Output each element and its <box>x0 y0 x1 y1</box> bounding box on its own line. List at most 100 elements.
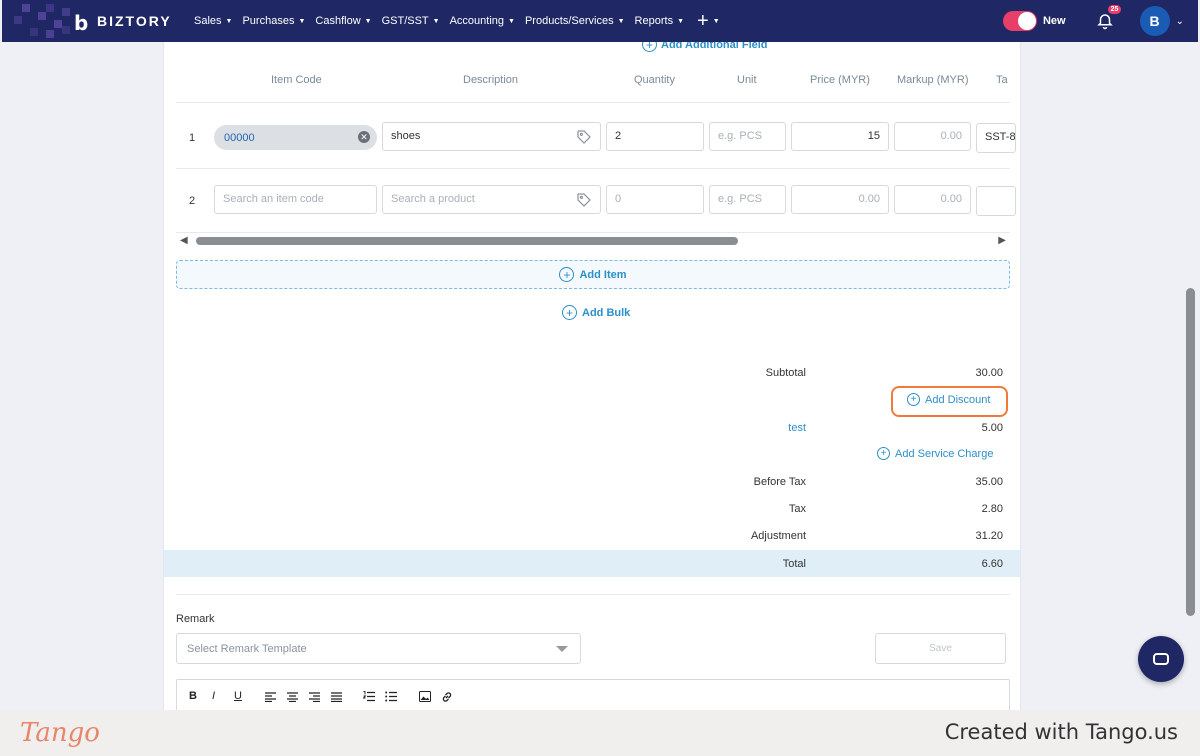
menu-sales[interactable]: Sales ▼ <box>189 15 237 27</box>
row-number: 2 <box>189 195 196 207</box>
unit-field[interactable]: e.g. PCS <box>709 122 786 151</box>
quantity-field[interactable]: 2 <box>606 122 704 151</box>
quantity-field[interactable]: 0 <box>606 185 704 214</box>
product-search-input[interactable]: Search a product <box>382 185 601 214</box>
row-number: 1 <box>189 132 196 144</box>
avatar[interactable]: B <box>1139 6 1170 36</box>
caret-down-icon: ▼ <box>508 17 515 25</box>
scroll-left-arrow-icon[interactable]: ◀ <box>180 235 188 246</box>
item-code-search-input[interactable]: Search an item code <box>214 185 377 214</box>
underline-button[interactable]: U <box>234 690 242 702</box>
column-header-markup: Markup (MYR) <box>897 74 969 86</box>
app-logo[interactable]: b BIZTORY <box>2 0 182 42</box>
ordered-list-icon[interactable] <box>363 691 375 702</box>
tax-value: 2.80 <box>981 503 1003 515</box>
add-item-button[interactable]: + Add Item <box>176 260 1010 289</box>
column-header-tax: Ta <box>996 74 1008 86</box>
caret-down-icon: ▼ <box>617 17 625 25</box>
column-header-item-code: Item Code <box>271 74 322 86</box>
align-right-icon[interactable] <box>309 692 320 702</box>
chat-support-button[interactable] <box>1138 636 1184 682</box>
chevron-down-icon[interactable]: ⌄ <box>1176 16 1184 27</box>
adjustment-value[interactable]: 31.20 <box>975 530 1003 542</box>
scroll-right-arrow-icon[interactable]: ▶ <box>998 235 1006 246</box>
quick-add-menu[interactable]: + ▼ <box>689 10 724 33</box>
menu-products-services[interactable]: Products/Services ▼ <box>520 15 630 27</box>
menu-cashflow[interactable]: Cashflow ▼ <box>310 15 376 27</box>
document-form: + Add Additional Field Item Code Descrip… <box>163 42 1021 710</box>
top-navbar: b BIZTORY Sales ▼ Purchases ▼ Cashflow ▼ GS… <box>2 0 1198 42</box>
subtotal-label: Subtotal <box>765 367 806 379</box>
logo-mark-icon: b <box>74 11 89 35</box>
total-value: 6.60 <box>981 558 1003 570</box>
before-tax-value: 35.00 <box>975 476 1003 488</box>
before-tax-label: Before Tax <box>753 476 806 488</box>
column-header-quantity: Quantity <box>634 74 675 86</box>
notifications-button[interactable]: 25 <box>1096 5 1122 32</box>
tag-icon[interactable] <box>576 129 592 145</box>
price-field[interactable]: 15 <box>791 122 889 151</box>
tango-footer: Tango Created with Tango.us <box>0 710 1200 756</box>
remark-label: Remark <box>176 613 215 625</box>
unit-field[interactable]: e.g. PCS <box>709 185 786 214</box>
tax-select[interactable] <box>976 186 1016 216</box>
plus-circle-icon: + <box>562 305 577 320</box>
total-row <box>164 550 1020 577</box>
notification-badge: 25 <box>1107 5 1122 14</box>
add-bulk-button[interactable]: + Add Bulk <box>562 305 630 320</box>
tag-icon[interactable] <box>576 192 592 208</box>
column-header-description: Description <box>463 74 519 86</box>
menu-gst-sst[interactable]: GST/SST ▼ <box>377 15 445 27</box>
tango-logo: Tango <box>20 718 100 748</box>
remark-editor[interactable]: B I U <box>176 679 1010 710</box>
markup-field[interactable]: 0.00 <box>894 122 971 151</box>
service-charge-value: 5.00 <box>981 422 1003 434</box>
total-label: Total <box>782 558 806 570</box>
description-field[interactable]: shoes <box>382 122 601 151</box>
plus-circle-icon: + <box>877 447 890 460</box>
bold-button[interactable]: B <box>189 690 197 702</box>
italic-button[interactable]: I <box>212 690 215 702</box>
add-additional-field-button[interactable]: + Add Additional Field <box>642 42 768 52</box>
item-code-value: 00000 <box>224 132 255 144</box>
tax-label: Tax <box>788 503 806 515</box>
align-left-icon[interactable] <box>265 692 276 702</box>
remark-template-select[interactable]: Select Remark Template <box>176 633 581 664</box>
menu-reports[interactable]: Reports ▼ <box>630 15 689 27</box>
toggle-label: New <box>1042 15 1066 27</box>
link-icon[interactable] <box>441 691 453 703</box>
align-justify-icon[interactable] <box>331 692 342 702</box>
page-scrollbar[interactable] <box>1186 288 1195 616</box>
column-header-price: Price (MYR) <box>810 74 870 86</box>
bell-icon <box>1096 14 1113 30</box>
service-charge-link[interactable]: test <box>788 422 806 434</box>
menu-purchases[interactable]: Purchases ▼ <box>237 15 310 27</box>
markup-field[interactable]: 0.00 <box>894 185 971 214</box>
caret-down-icon: ▼ <box>298 17 306 25</box>
new-ui-toggle[interactable] <box>1002 11 1037 31</box>
menu-accounting[interactable]: Accounting ▼ <box>445 15 520 27</box>
caret-down-icon: ▼ <box>225 17 233 25</box>
nav-right: New 25 B ⌄ <box>1002 0 1198 42</box>
plus-circle-icon: + <box>559 267 575 282</box>
item-code-chip[interactable]: 00000 ✕ <box>214 125 377 150</box>
clear-icon[interactable]: ✕ <box>358 131 370 143</box>
plus-circle-icon: + <box>642 42 657 52</box>
scrollbar-thumb[interactable] <box>196 237 738 245</box>
dropdown-arrow-icon <box>556 646 568 652</box>
save-remark-button[interactable]: Save <box>875 633 1006 664</box>
main-menu: Sales ▼ Purchases ▼ Cashflow ▼ GST/SST ▼ Acc… <box>189 10 724 33</box>
image-icon[interactable] <box>419 691 431 702</box>
tax-select[interactable]: SST-8 <box>976 123 1016 153</box>
table-horizontal-scrollbar[interactable]: ◀ ▶ <box>176 235 1010 247</box>
plus-circle-icon: + <box>907 393 920 406</box>
chat-icon <box>1153 653 1169 665</box>
column-header-unit: Unit <box>737 74 757 86</box>
add-service-charge-button[interactable]: + Add Service Charge <box>877 447 993 460</box>
price-field[interactable]: 0.00 <box>791 185 889 214</box>
caret-down-icon: ▼ <box>432 17 440 25</box>
subtotal-value: 30.00 <box>975 367 1003 379</box>
align-center-icon[interactable] <box>287 692 298 702</box>
bullet-list-icon[interactable] <box>385 691 397 702</box>
add-discount-button[interactable]: + Add Discount <box>907 393 990 406</box>
